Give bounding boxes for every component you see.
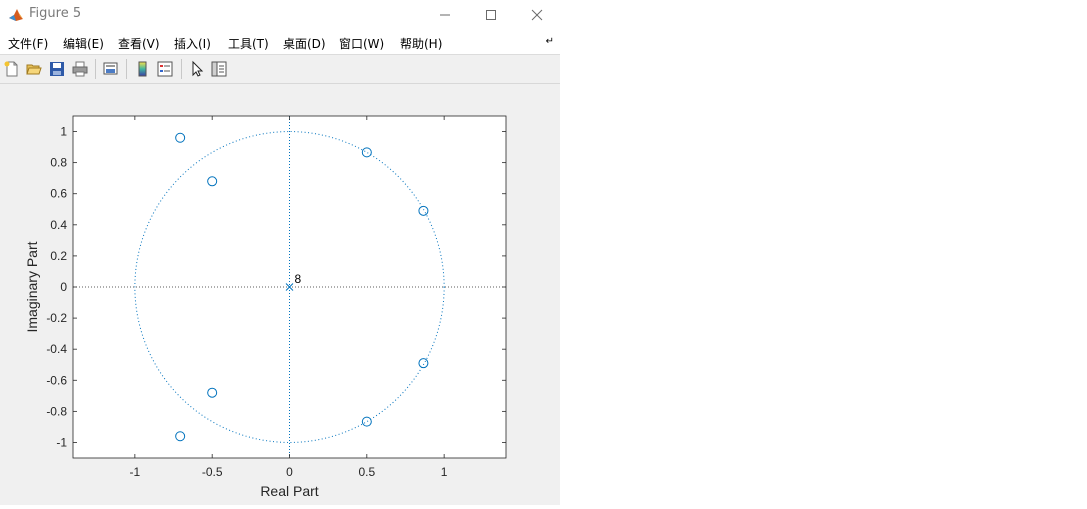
x-tick-label: 0: [286, 465, 293, 479]
figure-toolbar: [0, 55, 560, 84]
toolbar-separator: [181, 59, 182, 79]
pointer-icon[interactable]: [188, 60, 206, 78]
y-tick-label: -1: [56, 435, 67, 449]
y-tick-label: 1: [60, 125, 67, 139]
menu-bar: 文件(F) 编辑(E) 查看(V) 插入(I) 工具(T) 桌面(D) 窗口(W…: [0, 30, 560, 55]
menu-edit[interactable]: 编辑(E): [63, 35, 104, 52]
print-icon[interactable]: [71, 60, 89, 78]
save-icon[interactable]: [48, 60, 66, 78]
x-tick-label: -1: [130, 465, 141, 479]
close-icon: [531, 9, 543, 21]
y-tick-label: 0.2: [50, 249, 67, 263]
pole-multiplicity-label: 8: [295, 272, 302, 286]
dock-arrow-icon[interactable]: ↵: [546, 36, 554, 47]
close-button[interactable]: [514, 0, 560, 30]
figure-canvas: -1 -0.5 0 0.5 1 -1 -0.8 -0.6 -0.4 -0.2 0 0.2 0.4 0.6 0…: [0, 84, 560, 505]
title-bar[interactable]: Figure 5: [0, 0, 560, 30]
maximize-icon: [486, 10, 496, 20]
pole-zero-plot[interactable]: -1 -0.5 0 0.5 1 -1 -0.8 -0.6 -0.4 -0.2 0 0.2 0.4 0.6 0…: [0, 84, 560, 505]
menu-tools[interactable]: 工具(T): [228, 35, 269, 52]
toolbar-separator: [126, 59, 127, 79]
menu-help[interactable]: 帮助(H): [400, 35, 442, 52]
x-tick-label: 0.5: [358, 465, 375, 479]
y-tick-label: 0.8: [50, 156, 67, 170]
menu-desktop[interactable]: 桌面(D): [283, 35, 326, 52]
menu-insert[interactable]: 插入(I): [174, 35, 211, 52]
x-tick-label: -0.5: [202, 465, 223, 479]
minimize-icon: [440, 14, 450, 16]
y-tick-label: -0.6: [46, 373, 67, 387]
legend-icon[interactable]: [156, 60, 174, 78]
menu-view[interactable]: 查看(V): [118, 35, 160, 52]
y-tick-label: -0.8: [46, 404, 67, 418]
minimize-button[interactable]: [422, 0, 468, 30]
window-title: Figure 5: [29, 6, 82, 21]
matlab-icon: [9, 9, 23, 21]
link-plot-icon[interactable]: [102, 60, 120, 78]
y-tick-label: -0.2: [46, 311, 67, 325]
y-tick-label: 0: [60, 280, 67, 294]
toolbar-separator: [95, 59, 96, 79]
y-tick-label: -0.4: [46, 342, 67, 356]
figure-window: Figure 5 文件(F) 编辑(E) 查看(V) 插入(I) 工具(T) 桌…: [0, 0, 560, 505]
colorbar-icon[interactable]: [134, 60, 152, 78]
maximize-button[interactable]: [468, 0, 514, 30]
y-axis-label: Imaginary Part: [24, 241, 40, 332]
menu-file[interactable]: 文件(F): [8, 35, 48, 52]
open-file-icon[interactable]: [25, 60, 43, 78]
x-axis-label: Real Part: [260, 483, 318, 499]
menu-window[interactable]: 窗口(W): [339, 35, 384, 52]
new-figure-icon[interactable]: [3, 60, 21, 78]
x-tick-label: 1: [441, 465, 448, 479]
y-tick-label: 0.6: [50, 187, 67, 201]
property-editor-icon[interactable]: [210, 60, 228, 78]
y-tick-label: 0.4: [50, 218, 67, 232]
